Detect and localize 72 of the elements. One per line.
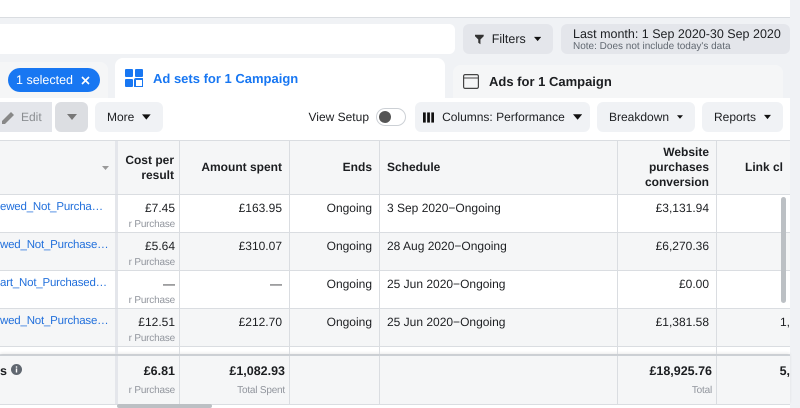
tab[interactable]: 1 selected — [0, 62, 108, 98]
caret-icon — [66, 114, 76, 120]
close-icon — [81, 76, 90, 84]
table-cell: Ongoing — [326, 277, 372, 291]
ad-set-link[interactable]: ewed_Not_Purcha… — [0, 201, 115, 213]
table-cell: 25 Jun 2020−Ongoing — [387, 277, 506, 291]
result-type: r Purchase — [128, 219, 175, 230]
caret-icon — [764, 114, 771, 120]
total-label: Total — [692, 385, 712, 396]
column-header[interactable]: Website purchases conversion — [618, 141, 717, 194]
grid-icon — [125, 69, 143, 87]
table-cell: Ongoing — [326, 315, 372, 329]
table-cell: 3 Sep 2020−Ongoing — [387, 201, 501, 215]
caret-icon — [142, 114, 151, 120]
filters-button[interactable]: Filters — [463, 24, 553, 54]
table-cell: £163.95 — [238, 201, 282, 215]
table-cell: £6,270.36 — [656, 239, 709, 253]
ad-set-link[interactable]: wed_Not_Purchase… — [0, 239, 115, 251]
window-icon — [463, 74, 479, 89]
table-cell: £7.45 — [144, 201, 175, 215]
table-cell: £6.81 — [144, 364, 175, 378]
date-range-button[interactable]: Last month: 1 Sep 2020-30 Sep 2020 Note: Does not include today's data — [561, 24, 790, 54]
summary-label: s — [0, 364, 7, 378]
column-header[interactable]: Link cl — [717, 141, 790, 194]
caret-icon — [677, 114, 683, 120]
more-button[interactable]: More — [95, 102, 163, 132]
table-cell: Ongoing — [326, 201, 372, 215]
sort-caret-icon — [102, 166, 109, 170]
table-cell: £3,131.94 — [656, 201, 709, 215]
total-label: Total Spent — [237, 385, 285, 396]
table-cell: £1,082.93 — [229, 364, 285, 378]
reports-button[interactable]: Reports — [702, 102, 783, 132]
caret-icon — [572, 114, 582, 120]
scrollbar[interactable] — [781, 197, 786, 303]
pencil-icon — [2, 110, 15, 124]
table-cell: — — [163, 277, 175, 291]
info-icon — [10, 364, 22, 375]
result-type: r Purchase — [128, 295, 175, 306]
column-header[interactable]: Amount spent — [180, 141, 290, 194]
table-cell: £12.51 — [138, 315, 175, 329]
tab[interactable]: Ad sets for 1 Campaign — [115, 58, 445, 98]
result-type: r Purchase — [128, 257, 175, 268]
view-setup-label: View Setup — [308, 110, 369, 124]
table-cell: £1,381.58 — [656, 315, 709, 329]
column-header[interactable]: Ends — [290, 141, 380, 194]
ad-set-link[interactable]: wed_Not_Purchase… — [0, 315, 115, 327]
table-cell: 5, — [780, 364, 790, 378]
table-cell: £310.07 — [238, 239, 282, 253]
table-cell: — — [270, 277, 282, 291]
result-type: r Purchase — [128, 385, 175, 396]
columns-icon — [423, 112, 434, 122]
view-setup-toggle[interactable] — [376, 108, 406, 126]
table-cell: £5.64 — [144, 239, 175, 253]
result-type: r Purchase — [128, 333, 175, 344]
dropdown-button[interactable] — [55, 102, 88, 132]
column-header[interactable]: Cost per result — [118, 141, 180, 194]
table-cell: Ongoing — [326, 239, 372, 253]
column-header[interactable]: Schedule — [380, 141, 618, 194]
table-cell: 25 Jun 2020−Ongoing — [387, 315, 506, 329]
columns-button[interactable]: Columns: Performance — [415, 102, 590, 132]
breakdown-button[interactable]: Breakdown — [597, 102, 695, 132]
table-cell: 1, — [780, 315, 790, 329]
tab[interactable]: Ads for 1 Campaign — [453, 65, 783, 98]
ad-set-link[interactable]: art_Not_Purchased… — [0, 277, 115, 289]
table-cell: £212.70 — [238, 315, 282, 329]
selection-chip[interactable]: 1 selected — [8, 68, 100, 92]
caret-icon — [534, 36, 541, 42]
scrollbar[interactable] — [117, 404, 212, 408]
funnel-icon — [475, 32, 484, 46]
table-cell: £18,925.76 — [649, 364, 712, 378]
table-cell: 28 Aug 2020−Ongoing — [387, 239, 507, 253]
table-cell: £0.00 — [678, 277, 709, 291]
